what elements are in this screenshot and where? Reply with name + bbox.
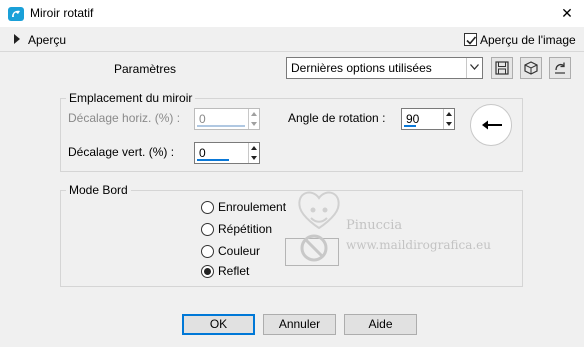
separator	[0, 51, 584, 52]
window-title: Miroir rotatif	[30, 6, 94, 20]
ok-button[interactable]: OK	[182, 314, 255, 335]
preset-dropdown-value: Dernières options utilisées	[291, 61, 432, 75]
spin-up-icon[interactable]	[444, 109, 454, 119]
preset-dropdown[interactable]: Dernières options utilisées	[286, 57, 483, 79]
spin-up-icon	[249, 109, 259, 119]
mode-bord-group-title: Mode Bord	[66, 183, 131, 197]
save-icon	[495, 61, 509, 75]
radio-button[interactable]	[201, 245, 214, 258]
radio-label[interactable]: Couleur	[218, 244, 260, 258]
spin-down-icon[interactable]	[249, 153, 259, 163]
angle-rotation-label: Angle de rotation :	[288, 111, 386, 125]
reset-preset-button[interactable]	[549, 57, 571, 79]
cancel-button[interactable]: Annuler	[263, 314, 336, 335]
spin-down-icon[interactable]	[444, 119, 454, 129]
decalage-horiz-spinner: 0	[194, 108, 260, 130]
reset-icon	[555, 62, 565, 74]
spin-down-icon	[249, 119, 259, 129]
angle-rotation-slider-track[interactable]	[404, 125, 416, 127]
decalage-vert-stepper[interactable]	[248, 143, 259, 163]
emplacement-group-title: Emplacement du miroir	[66, 91, 196, 105]
watermark-line-1: Pinuccia	[346, 218, 403, 233]
preset-manager-button[interactable]	[520, 57, 542, 79]
radio-button[interactable]	[201, 223, 214, 236]
cube-icon	[524, 61, 538, 75]
decalage-vert-value[interactable]: 0	[199, 146, 206, 160]
decalage-horiz-slider-track	[197, 125, 245, 127]
rotation-dial[interactable]	[470, 104, 512, 146]
spin-up-icon[interactable]	[249, 143, 259, 153]
decalage-vert-slider-track[interactable]	[197, 159, 229, 161]
app-icon	[8, 6, 24, 22]
decalage-vert-spinner[interactable]: 0	[194, 142, 260, 164]
chevron-down-icon[interactable]	[466, 58, 482, 78]
checkmark-icon	[466, 36, 477, 45]
radio-label[interactable]: Reflet	[218, 264, 249, 278]
angle-rotation-spinner[interactable]: 90	[401, 108, 455, 130]
watermark-logo-icon	[298, 191, 340, 262]
decalage-horiz-label: Décalage horiz. (%) :	[68, 111, 181, 125]
radio-label[interactable]: Enroulement	[218, 200, 286, 214]
save-preset-button[interactable]	[491, 57, 513, 79]
decalage-vert-label: Décalage vert. (%) :	[68, 145, 175, 159]
radio-button[interactable]	[201, 265, 214, 278]
watermark-line-2: www.maildirografica.eu	[346, 238, 491, 252]
radio-selected-dot	[204, 268, 211, 275]
decalage-horiz-value: 0	[199, 112, 206, 126]
watermark: Pinuccia www.maildirografica.eu	[292, 188, 507, 268]
help-button[interactable]: Aide	[344, 314, 417, 335]
angle-rotation-stepper[interactable]	[443, 109, 454, 129]
decalage-horiz-stepper	[248, 109, 259, 129]
title-bar: Miroir rotatif ✕	[0, 0, 584, 27]
close-button[interactable]: ✕	[556, 2, 578, 24]
parametres-label: Paramètres	[114, 62, 177, 76]
radio-label[interactable]: Répétition	[218, 222, 272, 236]
radio-button[interactable]	[201, 201, 214, 214]
apercu-toggle-label[interactable]: Aperçu	[28, 33, 66, 47]
arrow-left-icon	[482, 120, 502, 130]
apercu-image-checkbox[interactable]	[464, 33, 477, 46]
expand-arrow-icon[interactable]	[12, 33, 22, 45]
apercu-image-label[interactable]: Aperçu de l'image	[480, 33, 576, 47]
close-icon: ✕	[561, 5, 573, 21]
angle-rotation-value[interactable]: 90	[406, 112, 419, 126]
